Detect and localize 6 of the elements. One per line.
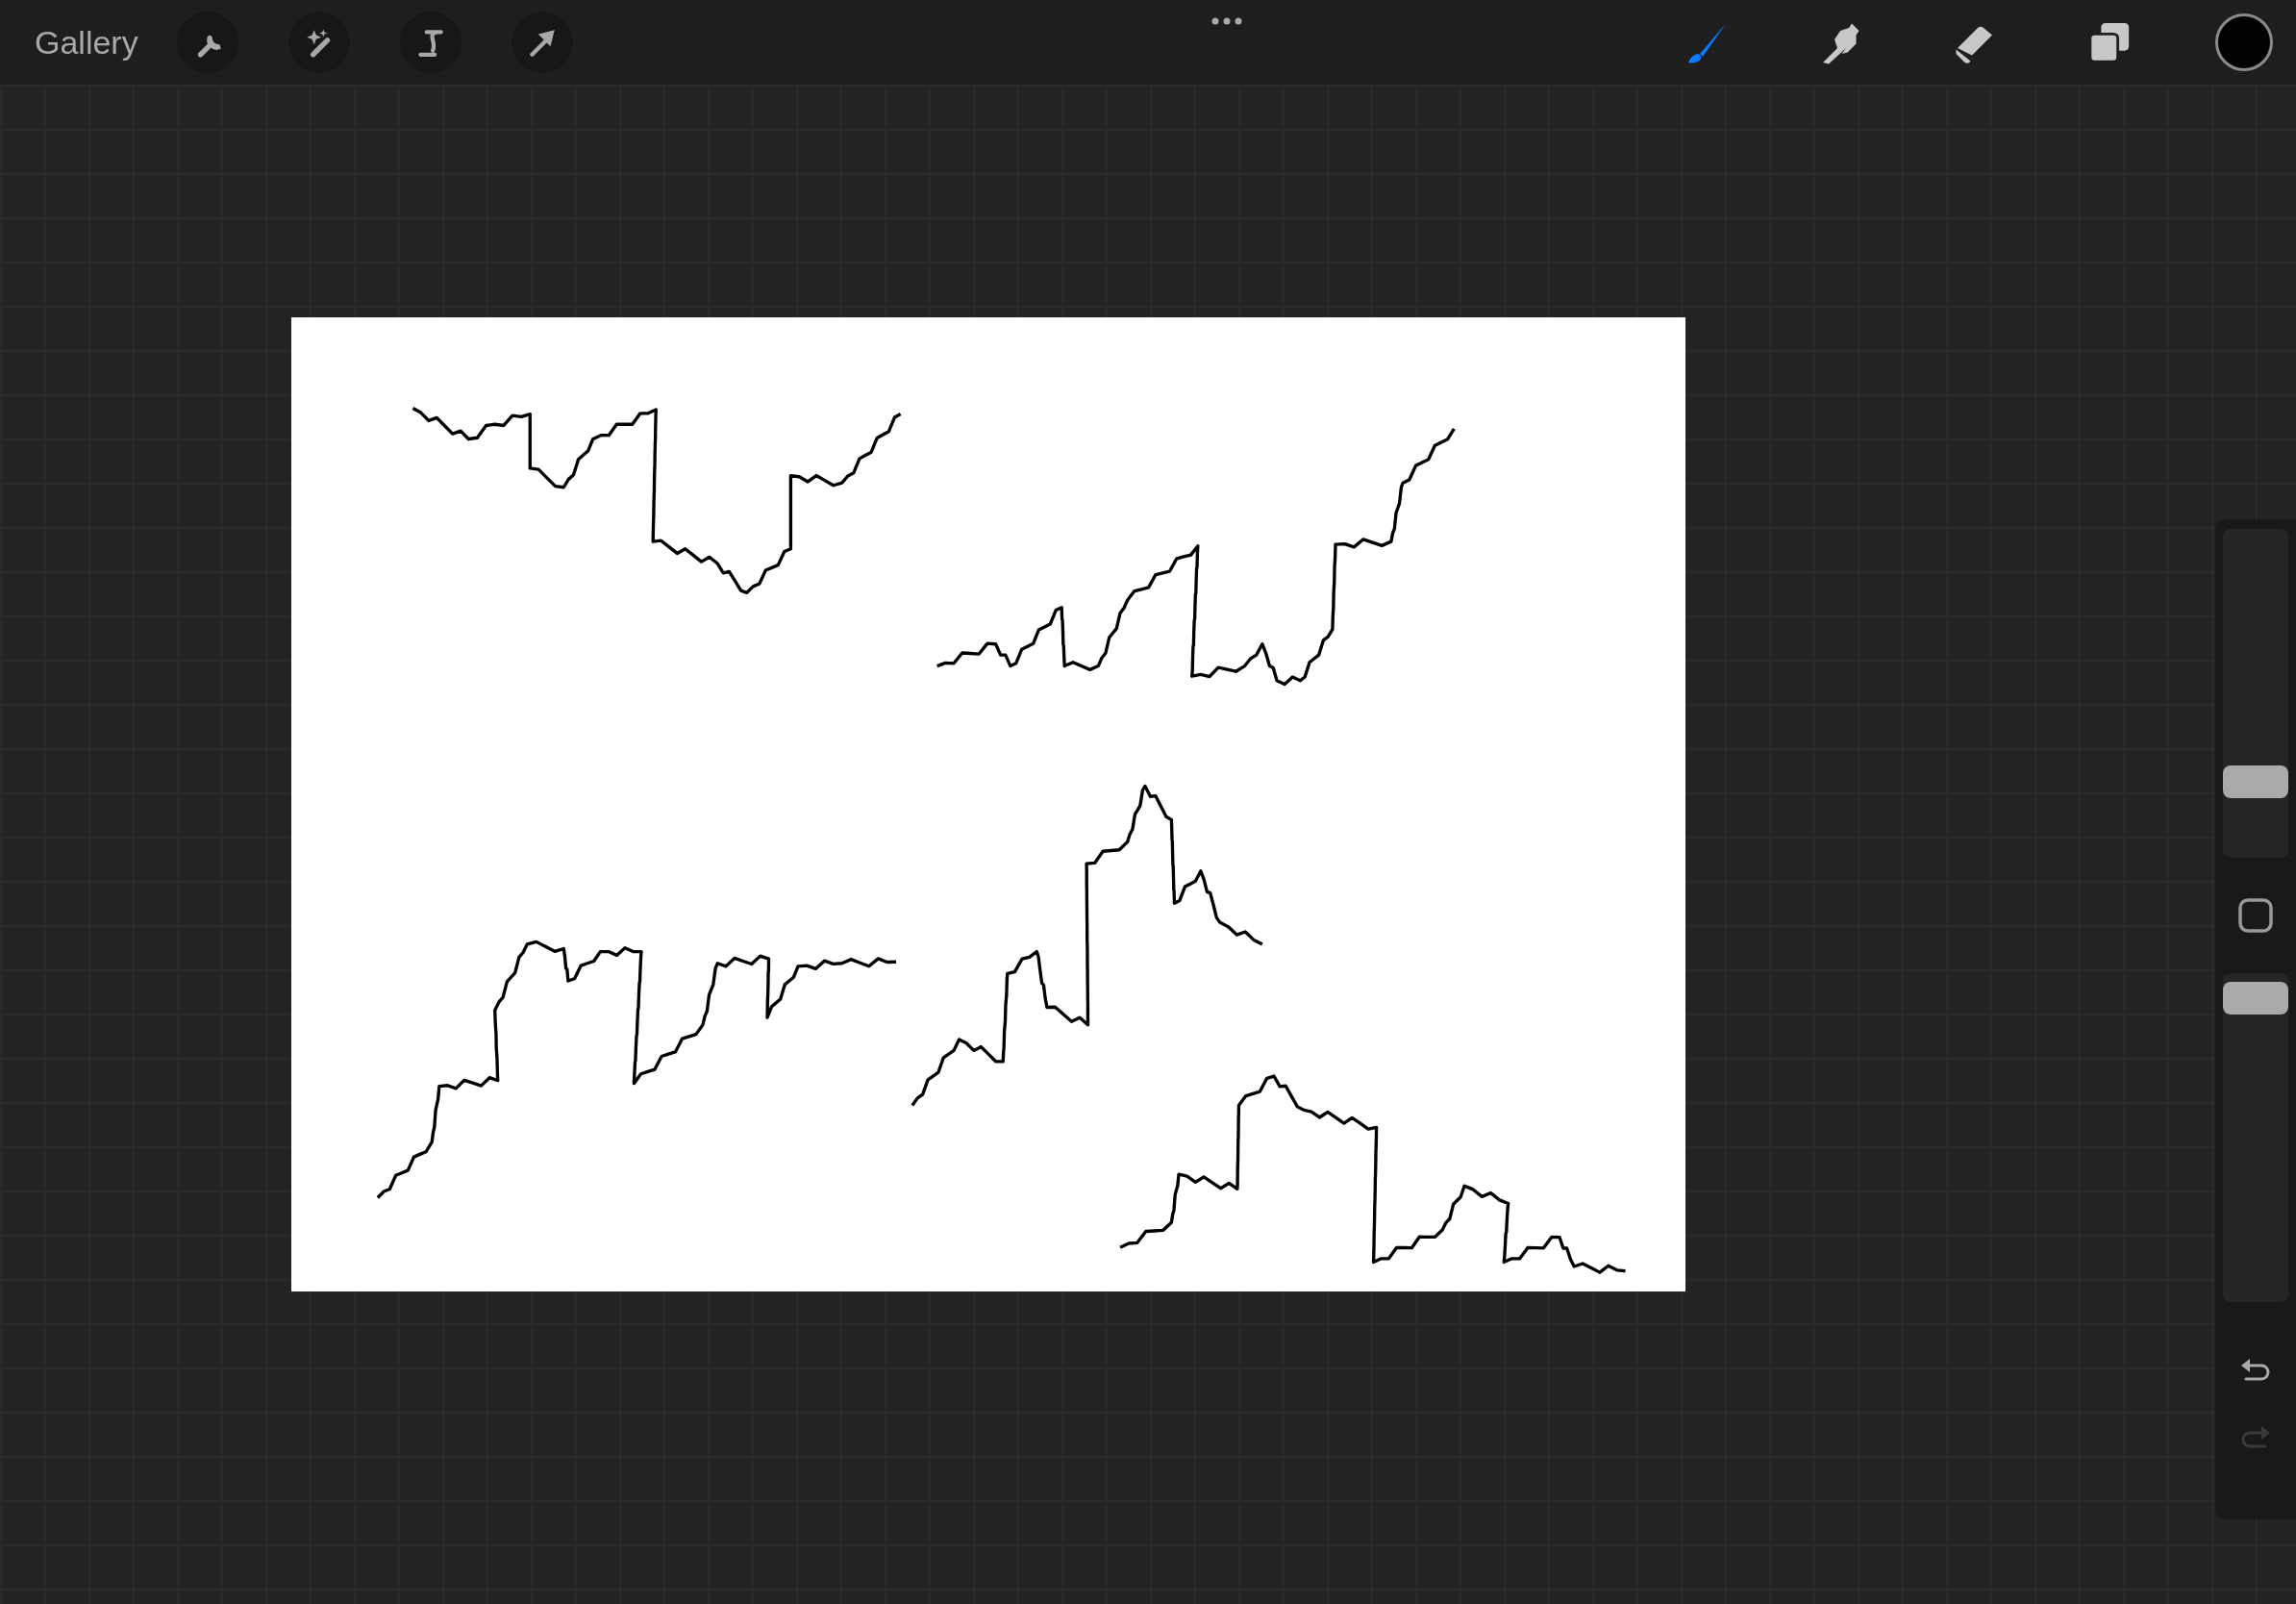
gallery-button[interactable]: Gallery <box>35 17 138 67</box>
square-icon[interactable] <box>2238 898 2273 933</box>
slider-thumb[interactable] <box>2223 982 2288 1015</box>
more-icon <box>1210 17 1242 25</box>
slider-thumb[interactable] <box>2223 765 2288 799</box>
color-swatch[interactable] <box>2215 13 2273 71</box>
